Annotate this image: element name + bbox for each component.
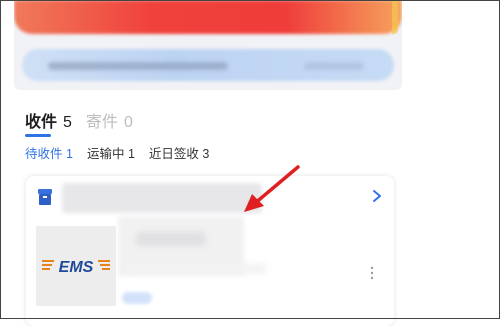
- item-title-text-blurred: [136, 232, 206, 246]
- package-card[interactable]: EMS: [26, 176, 394, 326]
- red-arrow-icon: [244, 165, 300, 212]
- banner-bar-text: [48, 62, 228, 70]
- tab-receive-count: 5: [63, 114, 72, 131]
- tab-send[interactable]: 寄件 0: [86, 108, 133, 132]
- filter-label: 近日签收: [148, 147, 199, 161]
- package-box-icon: [38, 189, 52, 205]
- filter-pending-pickup[interactable]: 待收件 1: [25, 143, 73, 162]
- filter-count: 3: [202, 147, 210, 161]
- filter-label: 运输中: [86, 147, 125, 161]
- ems-logo-text: EMS: [59, 259, 94, 276]
- banner-bar-action: [304, 62, 364, 70]
- filter-in-transit[interactable]: 运输中 1: [87, 143, 135, 162]
- status-filters: 待收件 1 运输中 1 近日签收 3: [25, 143, 209, 162]
- tracking-number-blurred: [62, 183, 262, 213]
- package-tabs: 收件 5 寄件 0: [25, 108, 133, 137]
- ems-logo: EMS: [42, 259, 110, 276]
- tab-receive[interactable]: 收件 5: [25, 108, 72, 137]
- promo-banner[interactable]: [14, 0, 402, 90]
- status-pill-blurred: [122, 292, 152, 304]
- filter-recently-signed[interactable]: 近日签收 3: [149, 143, 209, 162]
- banner-edge: [392, 0, 398, 34]
- carrier-thumbnail: EMS: [36, 226, 116, 306]
- tab-receive-label: 收件: [25, 108, 57, 137]
- item-detail-blurred: [126, 264, 266, 274]
- filter-count: 1: [127, 147, 135, 161]
- filter-count: 1: [66, 147, 73, 161]
- banner-image: [14, 0, 402, 34]
- chevron-right-icon[interactable]: [372, 189, 382, 203]
- tab-send-count: 0: [123, 114, 133, 131]
- tab-send-label: 寄件: [85, 114, 118, 131]
- filter-label: 待收件: [25, 147, 63, 161]
- more-vertical-icon[interactable]: [370, 266, 374, 280]
